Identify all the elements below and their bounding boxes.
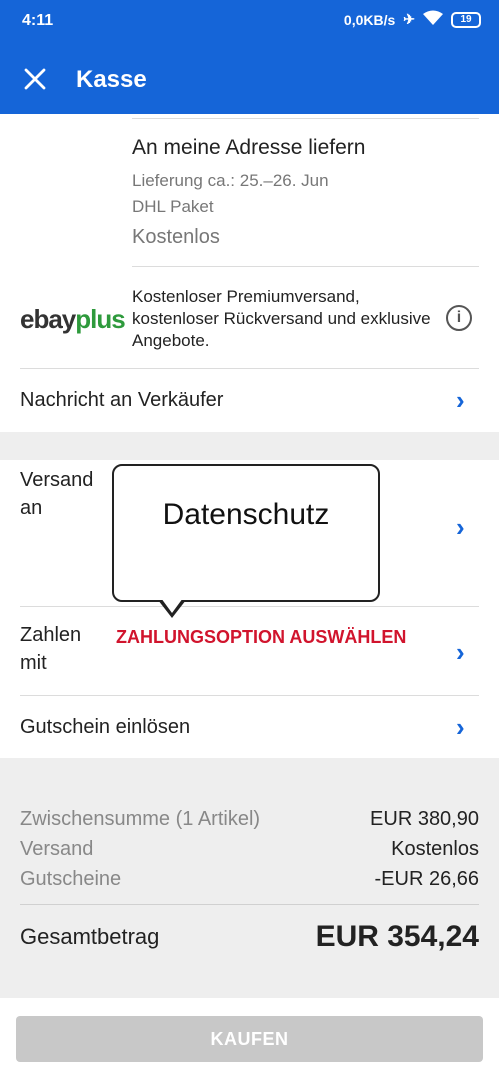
shipping-to-label: Versand an: [20, 466, 93, 522]
close-icon[interactable]: [22, 66, 48, 92]
shipping-cost-label: Versand: [20, 838, 94, 860]
buy-bar: KAUFEN: [0, 998, 499, 1080]
total-label: Gesamtbetrag: [20, 924, 160, 949]
ebay-plus-description: Kostenloser Premiumversand, kostenloser …: [132, 287, 431, 350]
vouchers-label: Gutscheine: [20, 868, 122, 890]
app-bar: Kasse: [0, 44, 499, 114]
total-value: EUR 354,24: [315, 920, 479, 953]
privacy-tooltip[interactable]: Datenschutz: [112, 464, 380, 602]
status-time: 4:11: [22, 12, 54, 29]
chevron-right-icon: ›: [456, 637, 465, 667]
chevron-right-icon: ›: [456, 512, 465, 542]
shipping-to-line2: an: [20, 497, 43, 519]
delivery-price: Kostenlos: [132, 226, 220, 248]
delivery-option-title: An meine Adresse liefern: [132, 136, 366, 159]
logo-plus-part: plus: [75, 304, 125, 334]
seller-message-label: Nachricht an Verkäufer: [20, 389, 224, 411]
logo-ebay-part: ebay: [20, 304, 76, 334]
tooltip-tail-inner: [161, 598, 183, 613]
airplane-icon: ✈: [403, 11, 415, 27]
delivery-carrier: DHL Paket: [132, 197, 214, 216]
tooltip-text: Datenschutz: [162, 498, 330, 531]
battery-icon: 19: [451, 11, 481, 28]
vouchers-value: -EUR 26,66: [374, 868, 480, 890]
network-speed: 0,0KB/s: [343, 11, 396, 28]
page-title: Kasse: [76, 66, 147, 93]
order-summary: Zwischensumme (1 Artikel) EUR 380,90 Ver…: [0, 758, 499, 998]
buy-button[interactable]: KAUFEN: [16, 1016, 483, 1062]
voucher-row[interactable]: Gutschein einlösen ›: [0, 696, 499, 758]
delivery-option[interactable]: An meine Adresse liefern Lieferung ca.: …: [132, 136, 479, 249]
payment-label-line1: Zahlen: [20, 624, 82, 646]
seller-message-row[interactable]: Nachricht an Verkäufer ›: [0, 369, 499, 431]
divider: [132, 118, 479, 119]
delivery-estimate: Lieferung ca.: 25.–26. Jun: [132, 171, 329, 190]
info-icon[interactable]: i: [446, 305, 472, 331]
payment-option-select[interactable]: ZAHLUNGSOPTION AUSWÄHLEN: [116, 627, 406, 648]
section-separator: [0, 432, 499, 460]
divider: [132, 266, 479, 267]
payment-row[interactable]: Zahlen mit ›: [0, 607, 499, 695]
status-bar: 4:11 0,0KB/s ✈ 19: [0, 0, 499, 44]
subtotal-label: Zwischensumme (1 Artikel): [20, 808, 261, 830]
payment-label: Zahlen mit: [20, 621, 81, 677]
chevron-right-icon: ›: [456, 712, 465, 742]
subtotal-value: EUR 380,90: [370, 808, 479, 830]
status-right: 0,0KB/s ✈ 19: [344, 10, 481, 29]
payment-label-line2: mit: [20, 652, 47, 674]
chevron-right-icon: ›: [456, 385, 465, 415]
wifi-icon: [423, 10, 443, 29]
shipping-to-line1: Versand: [20, 469, 94, 491]
ebay-plus-logo: ebayplus: [20, 304, 126, 335]
voucher-label: Gutschein einlösen: [20, 716, 191, 738]
shipping-cost-value: Kostenlos: [391, 838, 479, 860]
divider: [20, 904, 479, 905]
